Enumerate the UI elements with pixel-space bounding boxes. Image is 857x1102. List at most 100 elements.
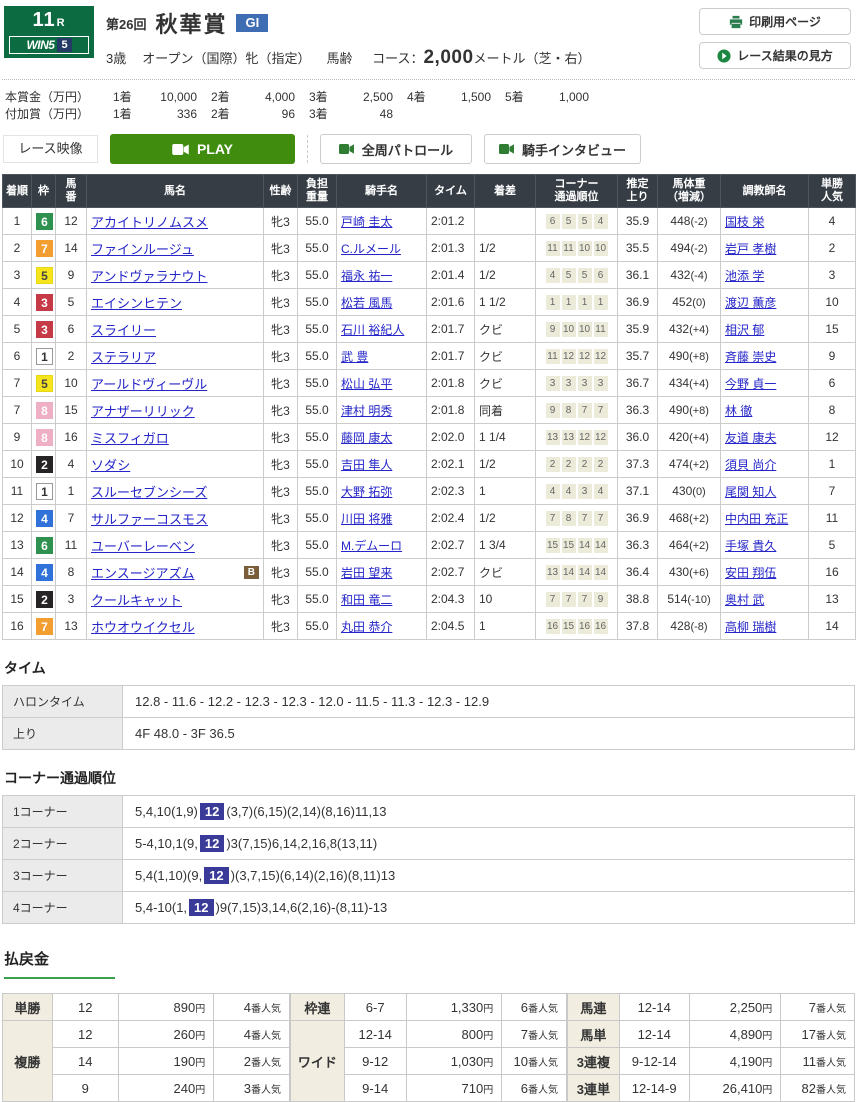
- trainer-link[interactable]: 高柳 瑞樹: [725, 620, 776, 634]
- jockey-link[interactable]: 吉田 隼人: [341, 458, 392, 472]
- horse-link[interactable]: アールドヴィーヴル: [91, 374, 207, 393]
- horse-link[interactable]: アナザーリリック: [91, 401, 195, 420]
- jockey-link[interactable]: 松山 弘平: [341, 377, 392, 391]
- payout-row: 枠連6-71,330円6番人気: [290, 994, 566, 1021]
- jockey-link[interactable]: C.ルメール: [341, 242, 401, 256]
- jockey-link[interactable]: 松若 風馬: [341, 296, 392, 310]
- jockey-link[interactable]: 岩田 望来: [341, 566, 392, 580]
- trainer-link[interactable]: 須貝 尚介: [725, 458, 776, 472]
- sex-age: 牝3: [264, 532, 298, 559]
- prize-amount: 4,000: [241, 89, 295, 106]
- trainer-link[interactable]: 安田 翔伍: [725, 566, 776, 580]
- trainer-link[interactable]: 池添 学: [725, 269, 764, 283]
- jockey-link[interactable]: 福永 祐一: [341, 269, 392, 283]
- trainer-cell: 高柳 瑞樹: [721, 613, 809, 640]
- corner-row-label: 1コーナー: [3, 796, 123, 828]
- trainer-link[interactable]: 相沢 郁: [725, 323, 764, 337]
- results-header-row: 着順枠馬 番馬名性齢負担 重量騎手名タイム着差コーナー 通過順位推定 上り馬体重…: [3, 175, 856, 208]
- horse-link[interactable]: ソダシ: [91, 455, 130, 474]
- sex-age: 牝3: [264, 262, 298, 289]
- condition-segment: オープン（国際）牝（指定）: [142, 51, 310, 66]
- popularity-suffix: 番人気: [528, 1031, 558, 1042]
- horse-link[interactable]: アンドヴァラナウト: [91, 266, 207, 285]
- play-button[interactable]: PLAY: [110, 134, 295, 164]
- sex-age: 牝3: [264, 316, 298, 343]
- jockey-link[interactable]: 武 豊: [341, 350, 368, 364]
- jockey-link[interactable]: M.デムーロ: [341, 539, 402, 553]
- horse-link[interactable]: ステラリア: [91, 347, 156, 366]
- trainer-link[interactable]: 斉藤 崇史: [725, 350, 776, 364]
- trainer-link[interactable]: 林 徹: [725, 404, 752, 418]
- prize-row: 付加賞（万円）1着3362着963着48: [5, 106, 855, 123]
- trainer-link[interactable]: 友道 康夫: [725, 431, 776, 445]
- condition-segment: 馬齢: [326, 51, 352, 66]
- trainer-link[interactable]: 中内田 充正: [725, 512, 788, 526]
- payout-combination: 12-14: [619, 1021, 689, 1048]
- horse-name-cell: アカイトリノムスメ: [87, 208, 264, 235]
- jockey-link[interactable]: 和田 竜二: [341, 593, 392, 607]
- corner-position: 5: [562, 214, 576, 229]
- trainer-link[interactable]: 尾関 知人: [725, 485, 776, 499]
- jockey-link[interactable]: 川田 将雅: [341, 512, 392, 526]
- jockey-link[interactable]: 大野 拓弥: [341, 485, 392, 499]
- horse-link[interactable]: ホウオウイクセル: [91, 617, 195, 636]
- trainer-link[interactable]: 今野 貞一: [725, 377, 776, 391]
- jockey-link[interactable]: 丸田 恭介: [341, 620, 392, 634]
- trainer-link[interactable]: 国枝 栄: [725, 215, 764, 229]
- printer-icon: [729, 15, 743, 29]
- horse-weight-diff: (-10): [687, 594, 710, 606]
- last-3f: 35.5: [618, 235, 658, 262]
- horse-weight-diff: (+2): [689, 459, 709, 471]
- frame-number: 7: [36, 618, 53, 635]
- frame-cell: 3: [32, 316, 56, 343]
- payout-amount: 4,190円: [689, 1048, 781, 1075]
- last-3f: 36.3: [618, 532, 658, 559]
- horse-link[interactable]: アカイトリノムスメ: [91, 212, 208, 231]
- result-row: 16713ホウオウイクセル牝355.0丸田 恭介2:04.51161516163…: [3, 613, 856, 640]
- corner-positions: 7877: [536, 505, 618, 532]
- horse-name-cell: ソダシ: [87, 451, 264, 478]
- column-header: 性齢: [264, 175, 298, 208]
- horse-number: 3: [56, 586, 87, 613]
- jockey-link[interactable]: 石川 裕紀人: [341, 323, 404, 337]
- jockey-link[interactable]: 藤岡 康太: [341, 431, 392, 445]
- lap-row-label: ハロンタイム: [3, 686, 123, 718]
- trainer-link[interactable]: 岩戸 孝樹: [725, 242, 776, 256]
- corner-order-before: 5,4-10(1,: [135, 900, 187, 915]
- column-header: 調教師名: [721, 175, 809, 208]
- horse-link[interactable]: サルファーコスモス: [91, 509, 208, 528]
- last-3f: 36.1: [618, 262, 658, 289]
- horse-link[interactable]: スライリー: [91, 320, 156, 339]
- horse-link[interactable]: ファインルージュ: [91, 239, 194, 258]
- horse-link[interactable]: ミスフィガロ: [91, 428, 169, 447]
- corner-position: 15: [546, 538, 560, 553]
- jockey-link[interactable]: 津村 明秀: [341, 404, 392, 418]
- last-3f: 37.3: [618, 451, 658, 478]
- horse-weight: 430(0): [658, 478, 721, 505]
- column-header: 馬名: [87, 175, 264, 208]
- prize-row: 本賞金（万円）1着10,0002着4,0003着2,5004着1,5005着1,…: [5, 89, 855, 106]
- corner-positions: 6554: [536, 208, 618, 235]
- trainer-link[interactable]: 渡辺 薫彦: [725, 296, 776, 310]
- horse-weight-diff: (+4): [689, 324, 709, 336]
- horse-link[interactable]: クールキャット: [91, 590, 182, 609]
- patrol-video-button[interactable]: 全周パトロール: [320, 134, 472, 164]
- win5-number: 5: [57, 38, 71, 52]
- horse-link[interactable]: スルーセブンシーズ: [91, 482, 207, 501]
- print-page-button[interactable]: 印刷用ページ: [699, 8, 851, 35]
- horse-number: 15: [56, 397, 87, 424]
- horse-link[interactable]: エンスージアズム: [91, 563, 194, 582]
- corner-order-after: )3(7,15)6,14,2,16,8(13,11): [226, 836, 377, 851]
- horse-name-cell: ステラリア: [87, 343, 264, 370]
- horse-number: 12: [56, 208, 87, 235]
- trainer-link[interactable]: 奥村 武: [725, 593, 764, 607]
- horse-link[interactable]: エイシンヒテン: [91, 293, 182, 312]
- jockey-link[interactable]: 戸崎 圭太: [341, 215, 392, 229]
- jockey-interview-button[interactable]: 騎手インタビュー: [484, 134, 641, 164]
- trainer-link[interactable]: 手塚 貴久: [725, 539, 776, 553]
- corner-position: 7: [594, 511, 608, 526]
- horse-link[interactable]: ユーバーレーベン: [91, 536, 195, 555]
- column-header: 枠: [32, 175, 56, 208]
- camera-icon: [499, 144, 514, 154]
- result-guide-button[interactable]: レース結果の見方: [699, 42, 851, 69]
